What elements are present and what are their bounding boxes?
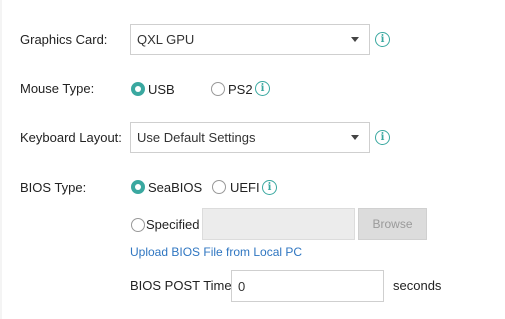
bios-specified-label[interactable]: Specified [146, 217, 199, 232]
bios-post-time-value: 0 [238, 278, 246, 294]
mouse-ps2-label[interactable]: PS2 [228, 82, 253, 97]
bios-type-info-icon[interactable]: i [262, 180, 277, 195]
bios-specified-radio[interactable] [131, 218, 145, 232]
keyboard-layout-value: Use Default Settings [137, 130, 256, 145]
mouse-usb-radio[interactable] [131, 82, 145, 96]
mouse-type-label: Mouse Type: [20, 81, 95, 96]
upload-bios-link[interactable]: Upload BIOS File from Local PC [130, 245, 302, 259]
bios-file-path-input [202, 208, 355, 240]
seconds-unit-label: seconds [393, 278, 442, 293]
bios-type-label: BIOS Type: [20, 180, 87, 195]
chevron-down-icon [351, 135, 359, 140]
graphics-card-label: Graphics Card: [20, 32, 108, 47]
mouse-type-info-icon[interactable]: i [255, 81, 270, 96]
bios-uefi-label[interactable]: UEFI [230, 180, 260, 195]
left-edge [0, 0, 2, 319]
graphics-card-value: QXL GPU [137, 32, 195, 47]
chevron-down-icon [351, 37, 359, 42]
mouse-ps2-radio[interactable] [211, 82, 225, 96]
keyboard-layout-info-icon[interactable]: i [375, 130, 390, 145]
browse-button: Browse [358, 208, 427, 240]
bios-seabios-label[interactable]: SeaBIOS [148, 180, 202, 195]
keyboard-layout-label: Keyboard Layout: [20, 130, 122, 145]
bios-seabios-radio[interactable] [131, 180, 145, 194]
bios-post-time-input[interactable]: 0 [231, 270, 384, 302]
bios-post-time-label: BIOS POST Time: [130, 278, 236, 293]
graphics-card-info-icon[interactable]: i [375, 32, 390, 47]
bios-uefi-radio[interactable] [212, 180, 226, 194]
graphics-card-select[interactable]: QXL GPU [130, 24, 370, 55]
mouse-usb-label[interactable]: USB [148, 82, 175, 97]
keyboard-layout-select[interactable]: Use Default Settings [130, 122, 370, 153]
